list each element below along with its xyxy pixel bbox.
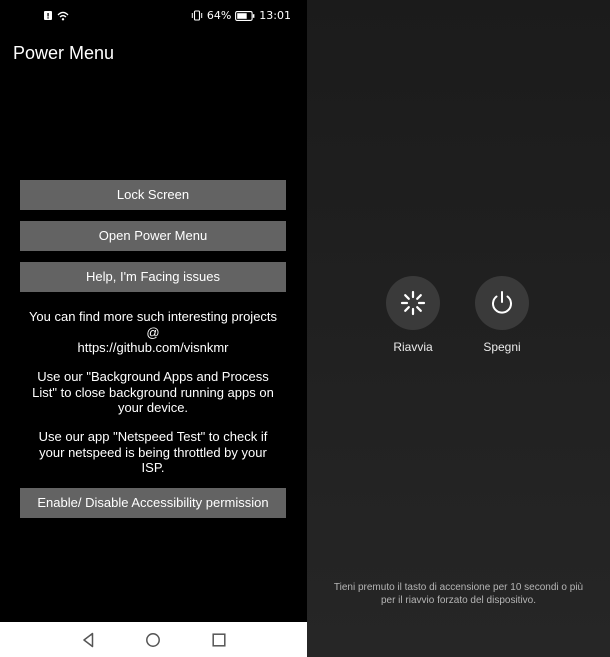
projects-line-1: You can find more such interesting proje… (28, 309, 278, 324)
hint-line-1: Tieni premuto il tasto di accensione per… (333, 582, 584, 593)
bg-apps-line-2: List" to close background running apps o… (32, 384, 274, 400)
status-icons-right: 64% 13:01 (191, 9, 291, 22)
clock: 13:01 (259, 9, 291, 22)
restart-button[interactable] (386, 276, 440, 330)
netspeed-info-text: Use our app "Netspeed Test" to check if … (20, 429, 286, 476)
help-button[interactable]: Help, I'm Facing issues (20, 262, 286, 292)
status-bar: 64% 13:01 (0, 0, 307, 34)
vibrate-icon (191, 10, 203, 21)
shutdown-label: Spegni (483, 340, 521, 354)
background-apps-info-text: Use our "Background Apps and Process Lis… (20, 369, 286, 416)
status-icons-left (44, 11, 69, 21)
battery-icon (235, 10, 255, 21)
restart-label: Riavvia (393, 340, 433, 354)
shutdown-button[interactable] (475, 276, 529, 330)
home-icon[interactable] (143, 630, 163, 650)
power-menu-app-screen: 64% 13:01 Power Menu Lock Screen Open Po… (0, 0, 307, 657)
force-restart-hint: Tieni premuto il tasto di accensione per… (317, 582, 600, 607)
power-icon (492, 291, 512, 314)
recent-apps-icon[interactable] (209, 630, 229, 650)
bg-apps-line-1: Use our "Background Apps and Process (37, 369, 269, 384)
github-link: https://github.com/visnkmr (77, 340, 229, 355)
app-title: Power Menu (13, 43, 115, 63)
projects-line-2: @ (146, 324, 160, 340)
wifi-icon (57, 11, 69, 21)
hint-line-2: per il riavvio forzato del dispositivo. (380, 594, 537, 606)
restart-spinner-icon (400, 290, 426, 316)
open-power-menu-button[interactable]: Open Power Menu (20, 221, 286, 251)
netspeed-line-3: ISP. (141, 460, 165, 475)
netspeed-line-1: Use our app "Netspeed Test" to check if (38, 429, 268, 444)
system-power-menu-screen: Riavvia Spegni Tieni premuto il tasto di… (307, 0, 610, 657)
accessibility-permission-button[interactable]: Enable/ Disable Accessibility permission (20, 488, 286, 518)
back-icon[interactable] (79, 630, 99, 650)
netspeed-line-2: your netspeed is being throttled by your (39, 444, 267, 460)
bg-apps-line-3: your device. (117, 400, 189, 415)
projects-info-text: You can find more such interesting proje… (20, 309, 286, 356)
notification-icon (44, 11, 52, 20)
battery-percent: 64% (206, 9, 232, 22)
navigation-bar (0, 622, 307, 657)
lock-screen-button[interactable]: Lock Screen (20, 180, 286, 210)
